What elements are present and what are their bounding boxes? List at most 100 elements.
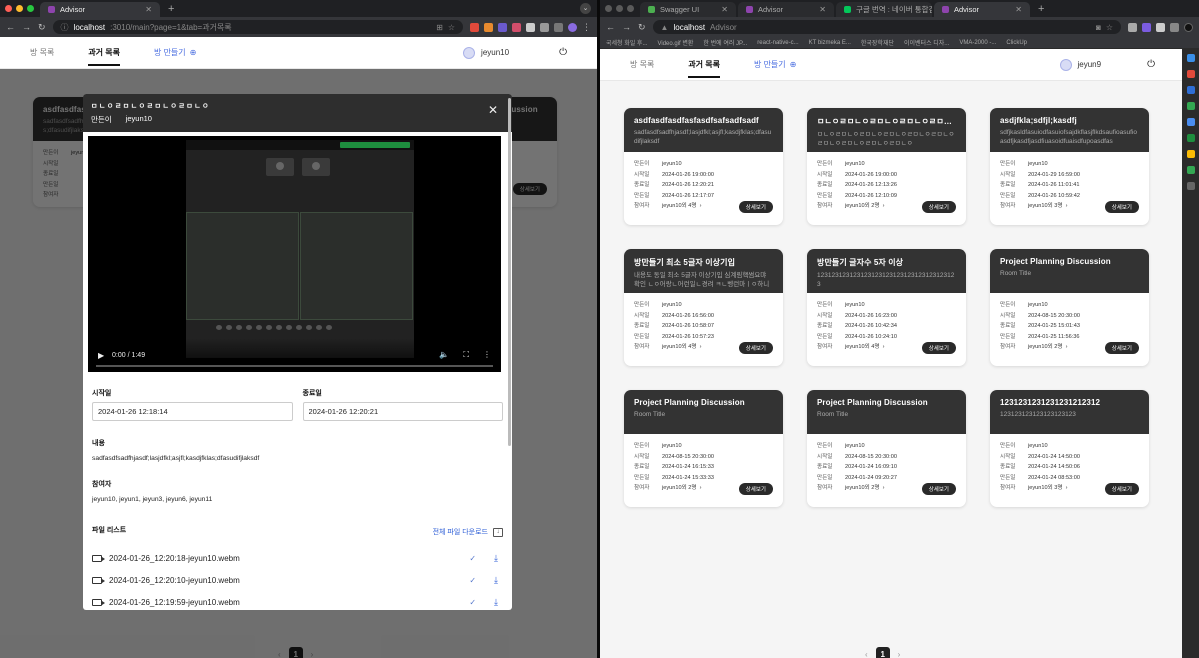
tab-past-list[interactable]: 과거 목록 bbox=[88, 47, 120, 66]
app-icon[interactable] bbox=[1186, 166, 1195, 174]
close-icon[interactable]: ✕ bbox=[488, 103, 498, 117]
new-tab-icon[interactable]: + bbox=[1032, 3, 1050, 17]
end-date-input[interactable] bbox=[302, 402, 503, 421]
fullscreen-icon[interactable]: ⛶ bbox=[463, 350, 469, 360]
app-icon[interactable] bbox=[1186, 150, 1195, 158]
translate-icon[interactable]: ⊞ bbox=[436, 23, 443, 32]
play-icon[interactable]: ▶ bbox=[98, 351, 104, 360]
extension-icon[interactable] bbox=[1128, 22, 1137, 32]
add-app-icon[interactable] bbox=[1186, 182, 1195, 190]
bookmark-item[interactable]: react-native-c... bbox=[757, 40, 798, 46]
sidepanel-icon[interactable] bbox=[554, 22, 563, 32]
tab-room-list[interactable]: 방 목록 bbox=[30, 47, 54, 58]
menu-icon[interactable]: ⋮ bbox=[582, 22, 591, 33]
detail-button[interactable]: 상세보기 bbox=[1104, 342, 1139, 354]
extension-icon[interactable] bbox=[498, 22, 507, 32]
profile-icon[interactable] bbox=[1184, 22, 1193, 32]
modal-scrollbar[interactable] bbox=[508, 98, 511, 446]
app-icon[interactable] bbox=[1186, 86, 1195, 94]
video-progress-bar[interactable] bbox=[96, 365, 493, 367]
detail-button[interactable]: 상세보기 bbox=[921, 483, 956, 495]
app-icon[interactable] bbox=[1186, 134, 1195, 142]
zoom-window-icon[interactable] bbox=[27, 5, 34, 12]
start-date-input[interactable] bbox=[92, 402, 293, 421]
detail-button[interactable]: 상세보기 bbox=[738, 342, 773, 354]
puzzle-icon[interactable] bbox=[526, 22, 535, 32]
download-icon[interactable]: ⤓ bbox=[494, 597, 498, 608]
back-icon[interactable]: ← bbox=[606, 22, 615, 32]
next-page-icon[interactable]: › bbox=[898, 650, 901, 658]
site-info-icon[interactable]: ⓘ bbox=[61, 22, 69, 33]
close-window-icon[interactable] bbox=[605, 5, 612, 12]
download-all-button[interactable]: 전체 파일 다운로드 ↓ bbox=[433, 527, 503, 537]
url-field[interactable]: ▲ localhost Advisor ◙ ☆ bbox=[652, 20, 1121, 34]
user-menu[interactable]: jeyun10 bbox=[463, 46, 509, 59]
bookmark-item[interactable]: KT bizmeka E... bbox=[809, 40, 851, 46]
tab-past-list[interactable]: 과거 목록 bbox=[688, 59, 720, 78]
browser-tab[interactable]: Advisor ✕ bbox=[738, 2, 834, 17]
bookmark-item[interactable]: 한국장학재단 bbox=[861, 38, 894, 47]
make-room-link[interactable]: 방 만들기 ⊕ bbox=[154, 47, 196, 58]
close-tab-icon[interactable]: ✕ bbox=[1015, 5, 1022, 14]
detail-button[interactable]: 상세보기 bbox=[738, 201, 773, 213]
user-menu[interactable]: jeyun9 bbox=[1059, 58, 1101, 71]
more-options-icon[interactable]: ⋮ bbox=[483, 350, 491, 360]
forward-icon[interactable]: → bbox=[22, 22, 31, 32]
close-tab-icon[interactable]: ✕ bbox=[721, 5, 728, 14]
recording-video-player[interactable]: ▶ 0:00 / 1:49 🔈 ⛶ ⋮ bbox=[88, 136, 501, 372]
download-icon[interactable] bbox=[540, 22, 549, 32]
browser-tab[interactable]: Swagger UI ✕ bbox=[640, 2, 736, 17]
detail-button[interactable]: 상세보기 bbox=[1104, 483, 1139, 495]
camera-icon[interactable]: ◙ bbox=[1096, 23, 1101, 32]
bookmark-item[interactable]: 이이벤터스 디자... bbox=[904, 38, 949, 47]
forward-icon[interactable]: → bbox=[622, 22, 631, 32]
browser-tab[interactable]: Advisor ✕ bbox=[934, 2, 1030, 17]
extension-icon[interactable] bbox=[512, 22, 521, 32]
sidepanel-icon[interactable] bbox=[1170, 22, 1179, 32]
power-icon[interactable]: ⏻ bbox=[1147, 59, 1155, 70]
bookmark-star-icon[interactable]: ☆ bbox=[448, 23, 455, 32]
tab-search-icon[interactable]: ⌄ bbox=[580, 3, 591, 14]
download-icon[interactable]: ⤓ bbox=[494, 575, 498, 586]
minimize-window-icon[interactable] bbox=[616, 5, 623, 12]
site-warning-icon[interactable]: ▲ bbox=[661, 23, 669, 32]
extension-icon[interactable] bbox=[484, 22, 493, 32]
tab-room-list[interactable]: 방 목록 bbox=[630, 59, 654, 70]
detail-button[interactable]: 상세보기 bbox=[738, 483, 773, 495]
make-room-link[interactable]: 방 만들기 ⊕ bbox=[754, 59, 796, 70]
app-icon[interactable] bbox=[1186, 118, 1195, 126]
prev-page-icon[interactable]: ‹ bbox=[865, 650, 868, 658]
new-tab-icon[interactable]: + bbox=[162, 3, 180, 17]
close-window-icon[interactable] bbox=[5, 5, 12, 12]
close-tab-icon[interactable]: ✕ bbox=[819, 5, 826, 14]
profile-icon[interactable] bbox=[568, 22, 577, 32]
download-icon[interactable]: ⤓ bbox=[494, 553, 498, 564]
detail-button[interactable]: 상세보기 bbox=[921, 201, 956, 213]
bookmark-item[interactable]: ClickUp bbox=[1006, 40, 1027, 46]
bookmark-item[interactable]: VMA-2000 -... bbox=[959, 40, 996, 46]
extension-icon[interactable] bbox=[1142, 22, 1151, 32]
bookmark-item[interactable]: 국세청 화일 후... bbox=[606, 38, 647, 47]
reload-icon[interactable]: ↻ bbox=[38, 22, 46, 33]
minimize-window-icon[interactable] bbox=[16, 5, 23, 12]
close-tab-icon[interactable]: ✕ bbox=[145, 5, 152, 14]
app-icon[interactable] bbox=[1186, 102, 1195, 110]
reload-icon[interactable]: ↻ bbox=[638, 22, 646, 33]
zoom-window-icon[interactable] bbox=[627, 5, 634, 12]
detail-button[interactable]: 상세보기 bbox=[921, 342, 956, 354]
browser-tab-advisor[interactable]: Advisor ✕ bbox=[40, 2, 160, 17]
url-field[interactable]: ⓘ localhost:3010/main?page=1&tab=과거목록 ⊞ … bbox=[52, 20, 463, 34]
bookmark-item[interactable]: 한 번에 여러 JP... bbox=[703, 38, 747, 47]
browser-tab[interactable]: 구글 번역 : 네이버 통합검색✕ bbox=[836, 2, 932, 17]
bookmark-item[interactable]: Video.gif 변환 bbox=[657, 38, 693, 47]
back-icon[interactable]: ← bbox=[6, 22, 15, 32]
app-icon[interactable] bbox=[1186, 70, 1195, 78]
app-icon[interactable] bbox=[1186, 54, 1195, 62]
bookmark-star-icon[interactable]: ☆ bbox=[1106, 23, 1113, 32]
page-current[interactable]: 1 bbox=[875, 647, 890, 658]
puzzle-icon[interactable] bbox=[1156, 22, 1165, 32]
extension-icon[interactable] bbox=[470, 22, 479, 32]
detail-button[interactable]: 상세보기 bbox=[1104, 201, 1139, 213]
power-icon[interactable]: ⏻ bbox=[559, 47, 567, 58]
volume-icon[interactable]: 🔈 bbox=[439, 350, 449, 360]
